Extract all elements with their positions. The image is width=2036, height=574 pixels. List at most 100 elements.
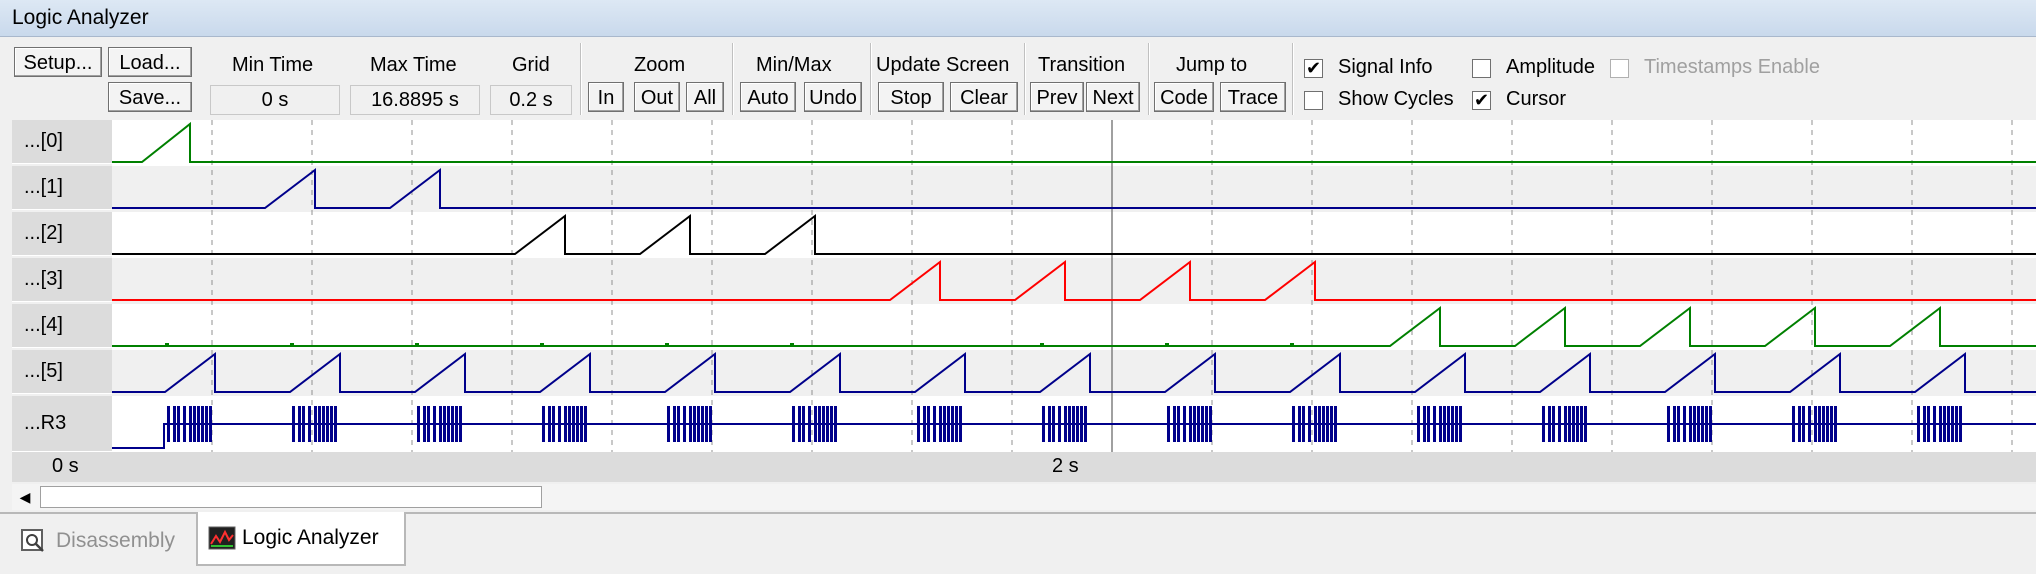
min-time-field[interactable]: 0 s <box>210 85 340 115</box>
disassembly-icon <box>21 529 44 552</box>
signal-burst <box>1673 406 1676 442</box>
signal-burst <box>564 406 567 442</box>
signal-burst <box>1447 406 1450 442</box>
signal-burst <box>1933 406 1936 442</box>
setup-button[interactable]: Setup... <box>14 47 102 77</box>
signal-row-bg <box>112 350 2036 396</box>
signal-burst <box>1326 406 1329 442</box>
zoom-out-button[interactable]: Out <box>634 82 680 112</box>
jump-code-button[interactable]: Code <box>1154 82 1214 112</box>
signal-burst <box>1302 406 1305 442</box>
transition-label: Transition <box>1038 54 1126 76</box>
prev-transition-button[interactable]: Prev <box>1030 82 1084 112</box>
signal-burst <box>302 406 305 442</box>
signal-burst <box>580 406 583 442</box>
signal-burst <box>572 406 575 442</box>
undo-button[interactable]: Undo <box>804 82 862 112</box>
separator <box>1292 43 1294 115</box>
signal-burst <box>798 406 801 442</box>
signal-info-checkbox[interactable]: ✔ <box>1304 59 1323 78</box>
signal-burst <box>697 406 700 442</box>
signal-burst <box>1052 406 1055 442</box>
tab-bar: Disassembly Logic Analyzer <box>0 512 2036 574</box>
signal-name[interactable]: ...[4] <box>12 304 112 348</box>
jump-trace-button[interactable]: Trace <box>1220 82 1286 112</box>
signal-name[interactable]: ...[3] <box>12 258 112 302</box>
signal-name[interactable]: ...[5] <box>12 350 112 394</box>
logic-analyzer-icon <box>208 526 236 550</box>
tab-logic-analyzer[interactable]: Logic Analyzer <box>196 512 406 566</box>
signal-burst <box>568 406 571 442</box>
signal-burst <box>1917 406 1920 442</box>
signal-burst <box>1068 406 1071 442</box>
signal-burst <box>1076 406 1079 442</box>
stop-button[interactable]: Stop <box>878 82 944 112</box>
signal-blip <box>1040 343 1044 346</box>
signal-burst <box>1667 406 1670 442</box>
signal-burst <box>959 406 962 442</box>
signal-blip <box>1165 343 1169 346</box>
max-time-field[interactable]: 16.8895 s <box>350 85 480 115</box>
signal-burst <box>1417 406 1420 442</box>
signal-burst <box>830 406 833 442</box>
signal-burst <box>667 406 670 442</box>
zoom-in-button[interactable]: In <box>588 82 624 112</box>
signal-burst <box>1080 406 1083 442</box>
signal-burst <box>1564 406 1567 442</box>
separator <box>1148 43 1150 115</box>
signal-blip <box>415 343 419 346</box>
cursor-checkbox[interactable]: ✔ <box>1472 91 1491 110</box>
signal-burst <box>584 406 587 442</box>
grid-field[interactable]: 0.2 s <box>490 85 572 115</box>
signal-burst <box>177 406 180 442</box>
signal-name[interactable]: ...[1] <box>12 166 112 210</box>
scrollbar-thumb[interactable] <box>40 486 542 508</box>
save-button[interactable]: Save... <box>108 82 192 112</box>
next-transition-button[interactable]: Next <box>1086 82 1140 112</box>
signal-burst <box>1433 406 1436 442</box>
grid-label: Grid <box>512 54 550 76</box>
signal-burst <box>1205 406 1208 442</box>
signal-burst <box>1939 406 1942 442</box>
signal-burst <box>439 406 442 442</box>
signal-row-bg <box>112 212 2036 258</box>
signal-burst <box>822 406 825 442</box>
load-button[interactable]: Load... <box>108 47 192 77</box>
signal-burst <box>459 406 462 442</box>
show-cycles-checkbox[interactable] <box>1304 91 1323 110</box>
signal-burst <box>673 406 676 442</box>
signal-burst <box>709 406 712 442</box>
clear-button[interactable]: Clear <box>950 82 1018 112</box>
signal-burst <box>1314 406 1317 442</box>
signal-burst <box>1689 406 1692 442</box>
signal-burst <box>1197 406 1200 442</box>
scroll-left-arrow-icon[interactable]: ◀ <box>12 484 38 510</box>
signal-row-bg <box>112 120 2036 166</box>
signal-burst <box>1064 406 1067 442</box>
signal-burst <box>1072 406 1075 442</box>
jump-to-label: Jump to <box>1176 54 1248 76</box>
zoom-all-button[interactable]: All <box>686 82 724 112</box>
minmax-label: Min/Max <box>756 54 832 76</box>
signal-burst <box>1822 406 1825 442</box>
amplitude-checkbox[interactable] <box>1472 59 1491 78</box>
tab-disassembly[interactable]: Disassembly <box>14 518 192 564</box>
update-screen-label: Update Screen <box>876 54 1010 76</box>
auto-button[interactable]: Auto <box>740 82 796 112</box>
signal-burst <box>548 406 551 442</box>
separator <box>1024 43 1026 115</box>
horizontal-scrollbar[interactable]: ◀ <box>12 484 2036 510</box>
signal-name[interactable]: ...[2] <box>12 212 112 256</box>
signal-burst <box>1443 406 1446 442</box>
signal-burst <box>834 406 837 442</box>
min-time-label: Min Time <box>232 54 314 76</box>
timestamps-enable-checkbox[interactable] <box>1610 59 1629 78</box>
signal-burst <box>1798 406 1801 442</box>
signal-burst <box>1955 406 1958 442</box>
signal-name[interactable]: ...R3 <box>12 396 112 452</box>
signal-name[interactable]: ...[0] <box>12 120 112 164</box>
signal-burst <box>1177 406 1180 442</box>
waveform-area[interactable] <box>112 120 2036 452</box>
signal-burst <box>558 406 561 442</box>
signal-burst <box>1048 406 1051 442</box>
